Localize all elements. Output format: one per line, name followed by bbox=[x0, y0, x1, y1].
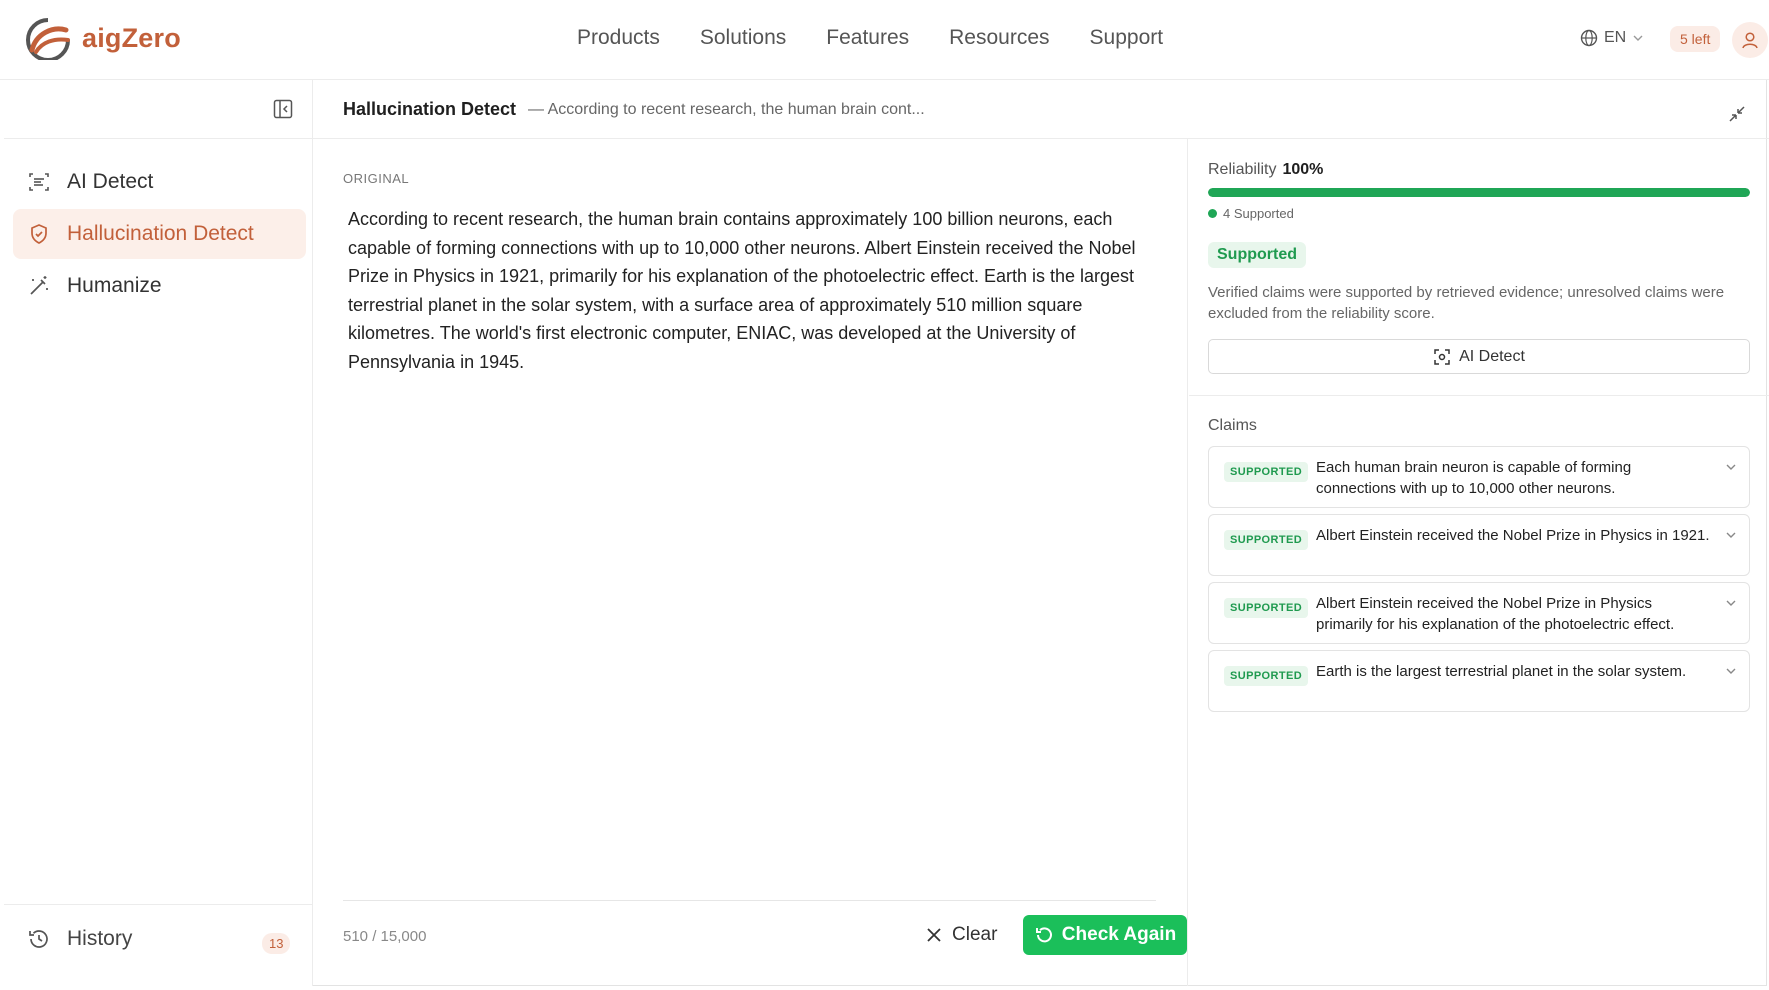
menu-support[interactable]: Support bbox=[1090, 26, 1164, 50]
original-text-panel: ORIGINAL According to recent research, t… bbox=[313, 139, 1188, 986]
reliability-value: 100% bbox=[1282, 161, 1324, 178]
logo[interactable]: aigZero bbox=[22, 16, 181, 60]
ai-detect-label: AI Detect bbox=[1459, 347, 1525, 365]
sidebar-header bbox=[4, 80, 312, 139]
close-icon bbox=[927, 928, 941, 942]
supported-count: 4 Supported bbox=[1223, 206, 1294, 221]
scan-icon bbox=[1434, 348, 1450, 365]
status-badge: Supported bbox=[1208, 242, 1306, 268]
chevron-down-icon[interactable] bbox=[1725, 665, 1737, 677]
sidebar: AI Detect Hallucination Detect Humanize … bbox=[4, 80, 313, 986]
sidebar-footer: History 13 bbox=[4, 904, 313, 986]
ai-detect-button[interactable]: AI Detect bbox=[1208, 339, 1750, 374]
results-panel: Reliability 100% 4 Supported Supported Ve… bbox=[1189, 139, 1769, 986]
chevron-down-icon[interactable] bbox=[1725, 529, 1737, 541]
claim-item[interactable]: SUPPORTED Albert Einstein received the N… bbox=[1208, 514, 1750, 576]
character-count: 510 / 15,000 bbox=[343, 928, 427, 945]
reliability-label: Reliability bbox=[1208, 161, 1277, 178]
sidebar-item-label: Humanize bbox=[67, 274, 162, 297]
claim-status-badge: SUPPORTED bbox=[1224, 666, 1309, 686]
menu-features[interactable]: Features bbox=[826, 26, 909, 50]
history-icon bbox=[29, 930, 48, 948]
original-label: ORIGINAL bbox=[343, 171, 410, 186]
reliability-bar bbox=[1208, 188, 1750, 197]
supported-dot bbox=[1208, 209, 1217, 218]
refresh-icon bbox=[1035, 927, 1052, 943]
sidebar-item-label: AI Detect bbox=[67, 170, 154, 193]
language-selector[interactable]: EN bbox=[1580, 29, 1644, 47]
reliability-legend: 4 Supported bbox=[1208, 206, 1294, 221]
main-menu: Products Solutions Features Resources Su… bbox=[577, 26, 1163, 50]
claim-status-badge: SUPPORTED bbox=[1224, 462, 1309, 482]
sidebar-collapse-icon[interactable] bbox=[272, 98, 294, 120]
menu-solutions[interactable]: Solutions bbox=[700, 26, 786, 50]
sidebar-item-label: Hallucination Detect bbox=[67, 222, 254, 245]
scan-text-icon bbox=[29, 173, 49, 191]
history-count-badge: 13 bbox=[262, 933, 291, 954]
claim-status-badge: SUPPORTED bbox=[1224, 598, 1309, 618]
claim-text: Albert Einstein received the Nobel Prize… bbox=[1316, 595, 1675, 633]
claim-status-badge: SUPPORTED bbox=[1224, 530, 1309, 550]
sidebar-item-ai-detect[interactable]: AI Detect bbox=[13, 157, 306, 207]
status-description: Verified claims were supported by retrie… bbox=[1208, 284, 1725, 322]
menu-products[interactable]: Products bbox=[577, 26, 660, 50]
logo-icon bbox=[26, 18, 70, 60]
history-label: History bbox=[67, 927, 133, 950]
claim-item[interactable]: SUPPORTED Earth is the largest terrestri… bbox=[1208, 650, 1750, 712]
claims-list: SUPPORTED Each human brain neuron is cap… bbox=[1208, 446, 1750, 718]
shield-check-icon bbox=[31, 224, 47, 244]
language-code: EN bbox=[1604, 29, 1627, 46]
editor-footer: 510 / 15,000 Clear Check Again bbox=[343, 900, 1187, 970]
brand-name: aigZero bbox=[82, 22, 181, 53]
user-avatar[interactable] bbox=[1732, 22, 1768, 58]
history-link[interactable]: History bbox=[27, 927, 132, 951]
document-header: Hallucination Detect — According to rece… bbox=[313, 80, 1769, 139]
chevron-down-icon[interactable] bbox=[1725, 597, 1737, 609]
page-title: Hallucination Detect bbox=[343, 99, 517, 119]
globe-icon bbox=[1580, 29, 1598, 47]
menu-resources[interactable]: Resources bbox=[949, 26, 1049, 50]
minimize-icon[interactable] bbox=[1727, 104, 1747, 124]
claim-item[interactable]: SUPPORTED Albert Einstein received the N… bbox=[1208, 582, 1750, 644]
chevron-down-icon bbox=[1633, 35, 1643, 41]
claim-item[interactable]: SUPPORTED Each human brain neuron is cap… bbox=[1208, 446, 1750, 508]
reliability-row: Reliability 100% bbox=[1208, 161, 1323, 179]
clear-label: Clear bbox=[952, 924, 998, 945]
claim-text: Earth is the largest terrestrial planet … bbox=[1316, 663, 1687, 680]
credits-badge[interactable]: 5 left bbox=[1670, 26, 1721, 52]
claims-heading: Claims bbox=[1208, 417, 1257, 434]
check-again-button[interactable]: Check Again bbox=[1023, 915, 1187, 955]
chevron-down-icon[interactable] bbox=[1725, 461, 1737, 473]
sidebar-item-hallucination-detect[interactable]: Hallucination Detect bbox=[13, 209, 306, 259]
original-text[interactable]: According to recent research, the human … bbox=[348, 205, 1158, 376]
user-icon bbox=[1742, 32, 1758, 49]
check-again-label: Check Again bbox=[1061, 924, 1177, 945]
reliability-bar-fill bbox=[1208, 188, 1750, 197]
document-preview: — According to recent research, the huma… bbox=[528, 101, 925, 118]
top-navigation: aigZero Products Solutions Features Reso… bbox=[0, 0, 1769, 80]
claim-text: Each human brain neuron is capable of fo… bbox=[1316, 459, 1632, 497]
divider bbox=[1189, 395, 1769, 396]
clear-button[interactable]: Clear bbox=[925, 924, 997, 946]
magic-wand-icon bbox=[30, 276, 48, 295]
claim-text: Albert Einstein received the Nobel Prize… bbox=[1316, 527, 1710, 544]
sidebar-item-humanize[interactable]: Humanize bbox=[13, 261, 306, 311]
